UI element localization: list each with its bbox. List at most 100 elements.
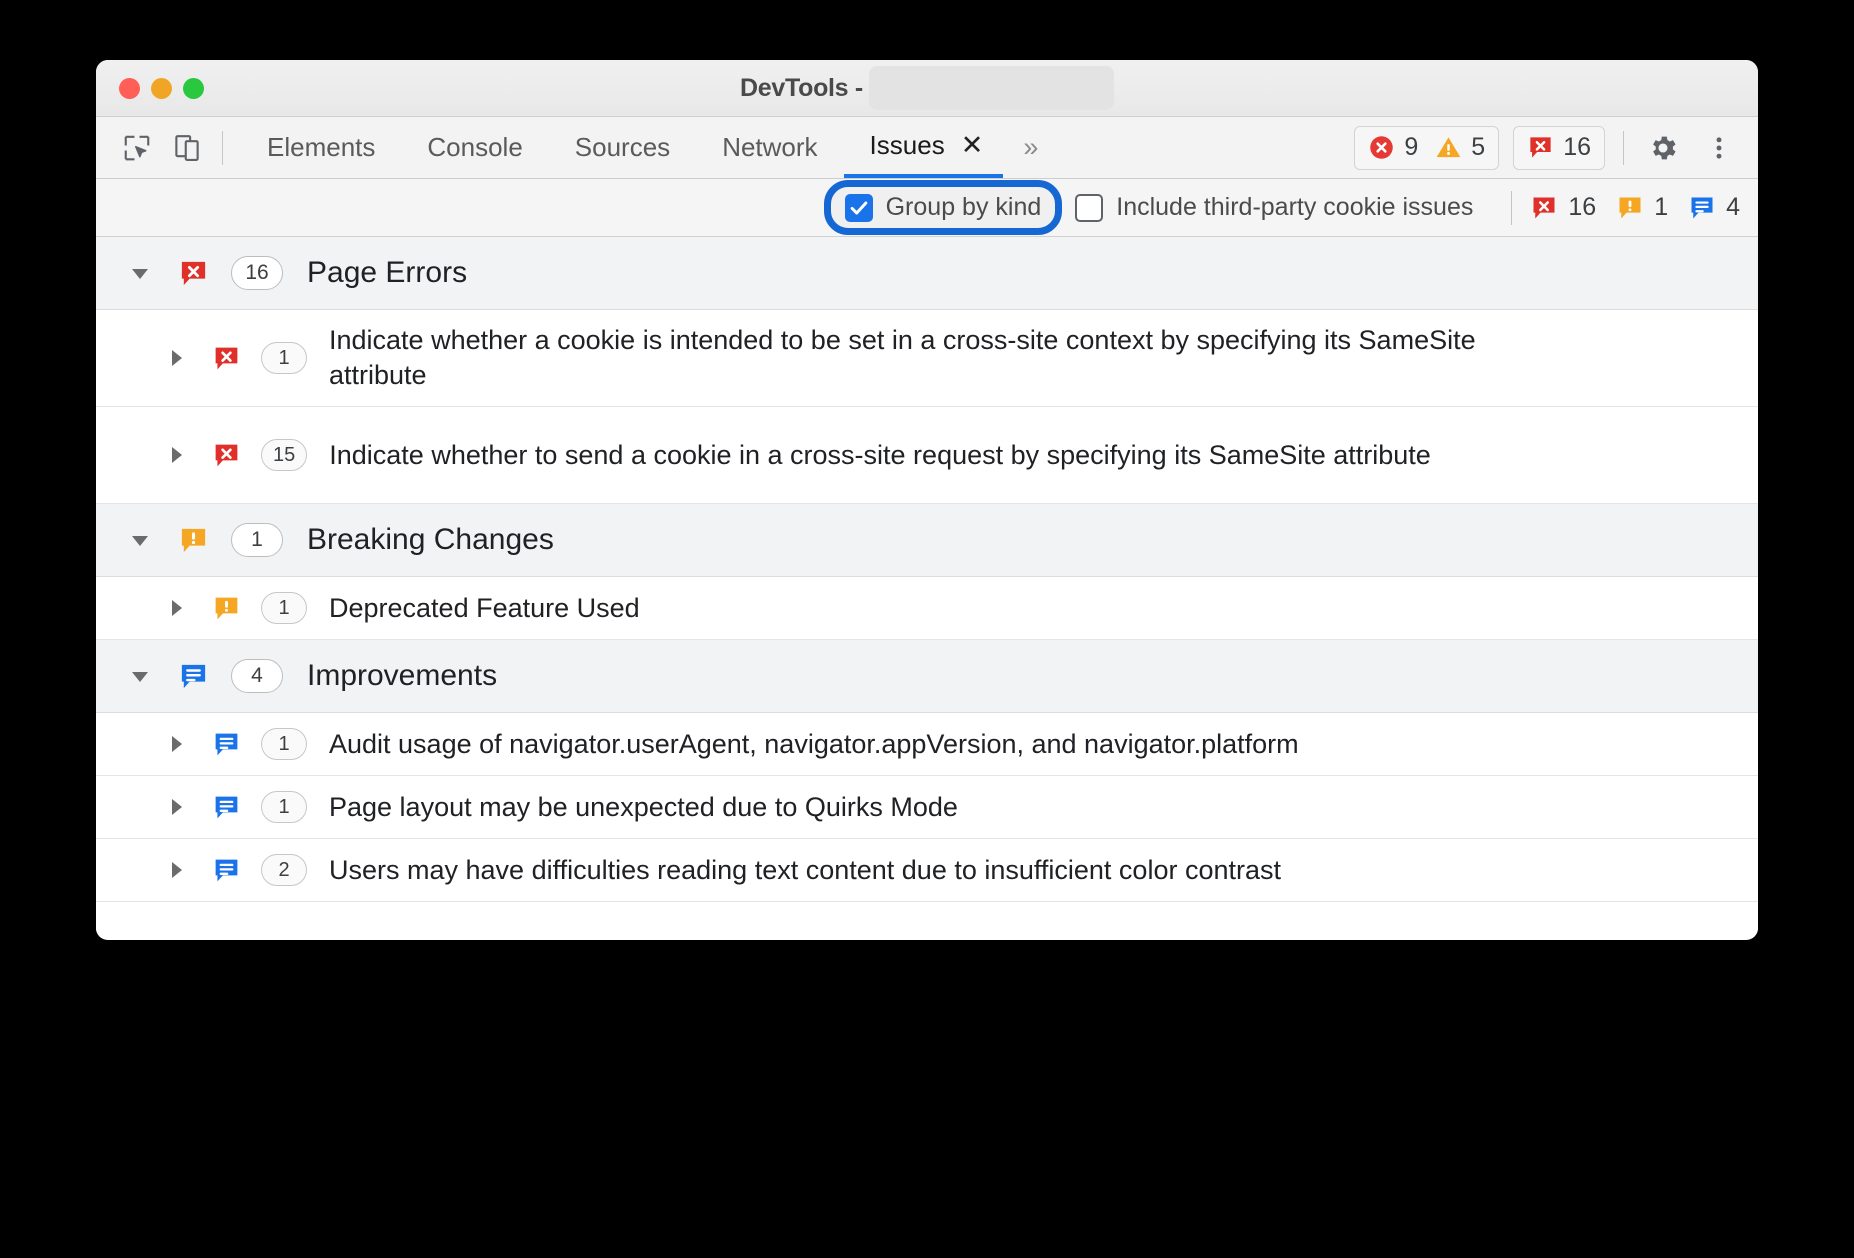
issue-row[interactable]: 1 Indicate whether a cookie is intended t… <box>96 310 1758 407</box>
issue-title: Audit usage of navigator.userAgent, navi… <box>329 727 1299 762</box>
chevron-down-icon[interactable] <box>126 530 154 550</box>
issue-group-count: 4 <box>231 659 283 693</box>
issues-count: 16 <box>1563 133 1591 162</box>
issues-counter[interactable]: 16 <box>1513 126 1605 170</box>
tab-elements[interactable]: Elements <box>241 117 401 178</box>
issue-title: Users may have difficulties reading text… <box>329 853 1281 888</box>
filter-count-errors[interactable]: 16 <box>1530 193 1596 222</box>
warning-count: 5 <box>1471 133 1485 162</box>
error-circle-icon <box>1368 134 1395 161</box>
issue-group-title: Breaking Changes <box>307 523 554 557</box>
tab-label: Network <box>722 132 817 163</box>
redacted-title-block <box>869 66 1114 110</box>
warning-triangle-icon <box>1435 134 1462 161</box>
issue-title: Deprecated Feature Used <box>329 591 640 626</box>
issue-group-header-page-errors[interactable]: 16 Page Errors <box>96 237 1758 310</box>
tab-console[interactable]: Console <box>401 117 548 178</box>
issue-count: 1 <box>261 592 307 624</box>
filterbar-counts: 16 1 <box>1530 193 1740 222</box>
issue-warning-bubble-icon <box>1616 194 1644 222</box>
issue-warning-bubble-icon <box>212 594 241 623</box>
filter-warning-count: 1 <box>1654 193 1668 222</box>
issue-error-bubble-icon <box>212 441 241 470</box>
tab-issues[interactable]: Issues ✕ <box>844 117 1004 178</box>
issue-warning-bubble-icon <box>178 525 209 556</box>
toolbar-divider <box>222 131 223 165</box>
chevron-right-icon[interactable] <box>162 860 190 880</box>
chevron-right-icon[interactable] <box>162 734 190 754</box>
window-title-container: DevTools - <box>96 60 1758 116</box>
include-third-party-cookie-issues-label: Include third-party cookie issues <box>1116 193 1473 222</box>
gear-icon[interactable] <box>1642 127 1684 169</box>
list-bottom-spacer <box>96 902 1758 938</box>
issue-count: 1 <box>261 728 307 760</box>
close-icon[interactable]: ✕ <box>961 132 984 159</box>
checkbox-checked-icon <box>845 194 873 222</box>
more-tabs-icon[interactable]: » <box>1003 132 1055 163</box>
issue-group-title: Improvements <box>307 659 497 693</box>
filter-count-warnings[interactable]: 1 <box>1616 193 1668 222</box>
tab-sources[interactable]: Sources <box>549 117 696 178</box>
issue-error-bubble-icon <box>1530 194 1558 222</box>
tab-network[interactable]: Network <box>696 117 843 178</box>
issue-count: 1 <box>261 342 307 374</box>
issue-group-count: 1 <box>231 523 283 557</box>
devtools-tabstrip: Elements Console Sources Network Issues … <box>96 117 1758 179</box>
issue-title: Indicate whether to send a cookie in a c… <box>329 438 1431 473</box>
issue-title: Indicate whether a cookie is intended to… <box>329 323 1509 392</box>
close-button[interactable] <box>119 78 140 99</box>
issue-group-title: Page Errors <box>307 256 467 290</box>
tab-label: Issues <box>870 130 945 161</box>
issue-title: Page layout may be unexpected due to Qui… <box>329 790 958 825</box>
issue-count: 1 <box>261 791 307 823</box>
issue-info-bubble-icon <box>212 730 241 759</box>
chevron-right-icon[interactable] <box>162 598 190 618</box>
issue-row[interactable]: 1 Page layout may be unexpected due to Qu… <box>96 776 1758 839</box>
filter-error-count: 16 <box>1568 193 1596 222</box>
window-title: DevTools - <box>740 74 863 103</box>
maximize-button[interactable] <box>183 78 204 99</box>
tab-label: Console <box>427 132 522 163</box>
chevron-right-icon[interactable] <box>162 445 190 465</box>
minimize-button[interactable] <box>151 78 172 99</box>
filter-count-improvements[interactable]: 4 <box>1688 193 1740 222</box>
chevron-right-icon[interactable] <box>162 348 190 368</box>
issues-list: 16 Page Errors 1 Indicate whether a cookie … <box>96 237 1758 902</box>
issue-group-header-breaking-changes[interactable]: 1 Breaking Changes <box>96 504 1758 577</box>
tabstrip-status-area: 9 5 16 <box>1354 126 1758 170</box>
issue-row[interactable]: 1 Audit usage of navigator.userAgent, nav… <box>96 713 1758 776</box>
issue-info-bubble-icon <box>212 856 241 885</box>
issue-row[interactable]: 15 Indicate whether to send a cookie in a… <box>96 407 1758 504</box>
issue-row[interactable]: 2 Users may have difficulties reading tex… <box>96 839 1758 902</box>
group-by-kind-label: Group by kind <box>886 193 1042 222</box>
group-by-kind-checkbox[interactable]: Group by kind <box>831 187 1056 228</box>
issue-count: 15 <box>261 439 307 471</box>
console-counters[interactable]: 9 5 <box>1354 126 1499 170</box>
kebab-menu-icon[interactable] <box>1698 127 1740 169</box>
error-count: 9 <box>1404 133 1418 162</box>
devtools-window: DevTools - Elements <box>96 60 1758 940</box>
issues-filter-toolbar: Group by kind Include third-party cookie… <box>96 179 1758 237</box>
chevron-right-icon[interactable] <box>162 797 190 817</box>
tool-icon-group <box>120 131 204 165</box>
tab-label: Sources <box>575 132 670 163</box>
chevron-down-icon[interactable] <box>126 263 154 283</box>
traffic-light-buttons <box>119 78 204 99</box>
issue-info-bubble-icon <box>212 793 241 822</box>
panel-tabs: Elements Console Sources Network Issues … <box>241 117 1055 178</box>
issue-error-bubble-icon <box>1527 134 1554 161</box>
issue-error-bubble-icon <box>212 344 241 373</box>
filter-improvement-count: 4 <box>1726 193 1740 222</box>
issue-row[interactable]: 1 Deprecated Feature Used <box>96 577 1758 640</box>
issue-group-count: 16 <box>231 256 283 290</box>
issue-count: 2 <box>261 854 307 886</box>
chevron-down-icon[interactable] <box>126 666 154 686</box>
tab-label: Elements <box>267 132 375 163</box>
checkbox-unchecked-icon <box>1075 194 1103 222</box>
include-third-party-cookie-issues-checkbox[interactable]: Include third-party cookie issues <box>1061 187 1487 228</box>
inspect-element-icon[interactable] <box>120 131 154 165</box>
issue-info-bubble-icon <box>178 661 209 692</box>
filterbar-divider <box>1511 191 1512 225</box>
issue-group-header-improvements[interactable]: 4 Improvements <box>96 640 1758 713</box>
device-toolbar-icon[interactable] <box>170 131 204 165</box>
